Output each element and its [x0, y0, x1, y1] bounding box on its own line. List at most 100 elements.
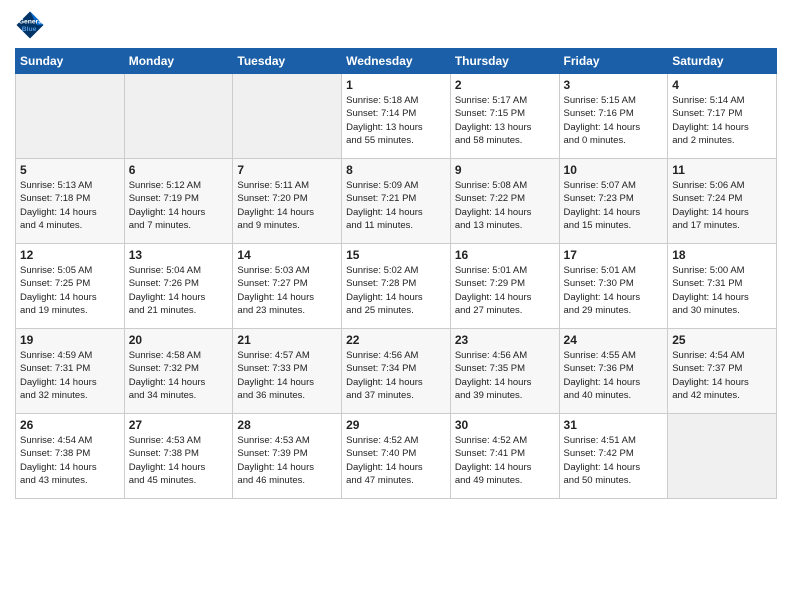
day-info: Sunrise: 4:55 AMSunset: 7:36 PMDaylight:…: [564, 349, 664, 402]
day-info: Sunrise: 5:17 AMSunset: 7:15 PMDaylight:…: [455, 94, 555, 147]
day-info: Sunrise: 4:59 AMSunset: 7:31 PMDaylight:…: [20, 349, 120, 402]
day-number: 2: [455, 78, 555, 92]
day-number: 18: [672, 248, 772, 262]
day-number: 15: [346, 248, 446, 262]
week-row-1: 1 Sunrise: 5:18 AMSunset: 7:14 PMDaylight…: [16, 74, 777, 159]
day-info: Sunrise: 5:01 AMSunset: 7:30 PMDaylight:…: [564, 264, 664, 317]
calendar-cell: 20 Sunrise: 4:58 AMSunset: 7:32 PMDayligh…: [124, 329, 233, 414]
day-info: Sunrise: 5:13 AMSunset: 7:18 PMDaylight:…: [20, 179, 120, 232]
day-number: 9: [455, 163, 555, 177]
day-number: 21: [237, 333, 337, 347]
day-number: 20: [129, 333, 229, 347]
day-info: Sunrise: 5:00 AMSunset: 7:31 PMDaylight:…: [672, 264, 772, 317]
calendar-cell: 18 Sunrise: 5:00 AMSunset: 7:31 PMDayligh…: [668, 244, 777, 329]
day-header-monday: Monday: [124, 49, 233, 74]
calendar-cell: 6Sunrise: 5:12 AMSunset: 7:19 PMDaylight…: [124, 159, 233, 244]
week-row-5: 26 Sunrise: 4:54 AMSunset: 7:38 PMDayligh…: [16, 414, 777, 499]
day-header-thursday: Thursday: [450, 49, 559, 74]
logo: General Blue: [15, 10, 49, 40]
day-info: Sunrise: 4:58 AMSunset: 7:32 PMDaylight:…: [129, 349, 229, 402]
calendar-cell: 25 Sunrise: 4:54 AMSunset: 7:37 PMDayligh…: [668, 329, 777, 414]
day-info: Sunrise: 4:54 AMSunset: 7:38 PMDaylight:…: [20, 434, 120, 487]
svg-text:Blue: Blue: [22, 26, 37, 33]
day-number: 6: [129, 163, 229, 177]
calendar-cell: 28 Sunrise: 4:53 AMSunset: 7:39 PMDayligh…: [233, 414, 342, 499]
calendar-cell: 11 Sunrise: 5:06 AMSunset: 7:24 PMDayligh…: [668, 159, 777, 244]
calendar-cell: 16 Sunrise: 5:01 AMSunset: 7:29 PMDayligh…: [450, 244, 559, 329]
day-info: Sunrise: 4:52 AMSunset: 7:41 PMDaylight:…: [455, 434, 555, 487]
day-info: Sunrise: 4:56 AMSunset: 7:35 PMDaylight:…: [455, 349, 555, 402]
page: General Blue SundayMondayTuesdayWednesda…: [0, 0, 792, 509]
day-number: 17: [564, 248, 664, 262]
day-info: Sunrise: 5:01 AMSunset: 7:29 PMDaylight:…: [455, 264, 555, 317]
day-info: Sunrise: 5:14 AMSunset: 7:17 PMDaylight:…: [672, 94, 772, 147]
logo-icon: General Blue: [15, 10, 45, 40]
day-header-friday: Friday: [559, 49, 668, 74]
svg-text:General: General: [19, 19, 44, 26]
calendar-cell: 2 Sunrise: 5:17 AMSunset: 7:15 PMDaylight…: [450, 74, 559, 159]
day-info: Sunrise: 4:53 AMSunset: 7:38 PMDaylight:…: [129, 434, 229, 487]
header: General Blue: [15, 10, 777, 40]
week-row-3: 12 Sunrise: 5:05 AMSunset: 7:25 PMDayligh…: [16, 244, 777, 329]
calendar-cell: 15 Sunrise: 5:02 AMSunset: 7:28 PMDayligh…: [342, 244, 451, 329]
calendar-cell: [233, 74, 342, 159]
day-info: Sunrise: 5:11 AMSunset: 7:20 PMDaylight:…: [237, 179, 337, 232]
calendar-cell: 13Sunrise: 5:04 AMSunset: 7:26 PMDayligh…: [124, 244, 233, 329]
day-info: Sunrise: 5:05 AMSunset: 7:25 PMDaylight:…: [20, 264, 120, 317]
day-number: 1: [346, 78, 446, 92]
day-info: Sunrise: 4:52 AMSunset: 7:40 PMDaylight:…: [346, 434, 446, 487]
day-info: Sunrise: 4:57 AMSunset: 7:33 PMDaylight:…: [237, 349, 337, 402]
calendar-cell: 29 Sunrise: 4:52 AMSunset: 7:40 PMDayligh…: [342, 414, 451, 499]
day-number: 23: [455, 333, 555, 347]
calendar-cell: [16, 74, 125, 159]
day-number: 8: [346, 163, 446, 177]
day-number: 28: [237, 418, 337, 432]
day-info: Sunrise: 4:54 AMSunset: 7:37 PMDaylight:…: [672, 349, 772, 402]
calendar-cell: 7Sunrise: 5:11 AMSunset: 7:20 PMDaylight…: [233, 159, 342, 244]
week-row-2: 5Sunrise: 5:13 AMSunset: 7:18 PMDaylight…: [16, 159, 777, 244]
day-number: 11: [672, 163, 772, 177]
calendar-cell: [668, 414, 777, 499]
day-info: Sunrise: 5:04 AMSunset: 7:26 PMDaylight:…: [129, 264, 229, 317]
calendar-cell: 5Sunrise: 5:13 AMSunset: 7:18 PMDaylight…: [16, 159, 125, 244]
calendar-cell: 21 Sunrise: 4:57 AMSunset: 7:33 PMDayligh…: [233, 329, 342, 414]
calendar-cell: 30Sunrise: 4:52 AMSunset: 7:41 PMDayligh…: [450, 414, 559, 499]
day-info: Sunrise: 4:53 AMSunset: 7:39 PMDaylight:…: [237, 434, 337, 487]
day-header-tuesday: Tuesday: [233, 49, 342, 74]
calendar-cell: 24 Sunrise: 4:55 AMSunset: 7:36 PMDayligh…: [559, 329, 668, 414]
day-number: 12: [20, 248, 120, 262]
calendar-cell: [124, 74, 233, 159]
day-number: 27: [129, 418, 229, 432]
day-number: 16: [455, 248, 555, 262]
calendar-cell: 14Sunrise: 5:03 AMSunset: 7:27 PMDayligh…: [233, 244, 342, 329]
day-number: 29: [346, 418, 446, 432]
calendar-cell: 8 Sunrise: 5:09 AMSunset: 7:21 PMDaylight…: [342, 159, 451, 244]
day-number: 31: [564, 418, 664, 432]
calendar-cell: 10 Sunrise: 5:07 AMSunset: 7:23 PMDayligh…: [559, 159, 668, 244]
day-info: Sunrise: 4:56 AMSunset: 7:34 PMDaylight:…: [346, 349, 446, 402]
day-header-sunday: Sunday: [16, 49, 125, 74]
day-number: 10: [564, 163, 664, 177]
day-info: Sunrise: 5:08 AMSunset: 7:22 PMDaylight:…: [455, 179, 555, 232]
calendar-table: SundayMondayTuesdayWednesdayThursdayFrid…: [15, 48, 777, 499]
day-number: 26: [20, 418, 120, 432]
calendar-cell: 1 Sunrise: 5:18 AMSunset: 7:14 PMDaylight…: [342, 74, 451, 159]
day-info: Sunrise: 5:06 AMSunset: 7:24 PMDaylight:…: [672, 179, 772, 232]
day-number: 3: [564, 78, 664, 92]
calendar-cell: 12 Sunrise: 5:05 AMSunset: 7:25 PMDayligh…: [16, 244, 125, 329]
day-info: Sunrise: 5:03 AMSunset: 7:27 PMDaylight:…: [237, 264, 337, 317]
week-row-4: 19 Sunrise: 4:59 AMSunset: 7:31 PMDayligh…: [16, 329, 777, 414]
header-row: SundayMondayTuesdayWednesdayThursdayFrid…: [16, 49, 777, 74]
calendar-cell: 3Sunrise: 5:15 AMSunset: 7:16 PMDaylight…: [559, 74, 668, 159]
day-number: 24: [564, 333, 664, 347]
day-number: 22: [346, 333, 446, 347]
day-info: Sunrise: 5:07 AMSunset: 7:23 PMDaylight:…: [564, 179, 664, 232]
day-number: 19: [20, 333, 120, 347]
calendar-cell: 26 Sunrise: 4:54 AMSunset: 7:38 PMDayligh…: [16, 414, 125, 499]
day-info: Sunrise: 5:09 AMSunset: 7:21 PMDaylight:…: [346, 179, 446, 232]
day-info: Sunrise: 5:18 AMSunset: 7:14 PMDaylight:…: [346, 94, 446, 147]
calendar-cell: 22 Sunrise: 4:56 AMSunset: 7:34 PMDayligh…: [342, 329, 451, 414]
day-number: 25: [672, 333, 772, 347]
calendar-cell: 17 Sunrise: 5:01 AMSunset: 7:30 PMDayligh…: [559, 244, 668, 329]
day-info: Sunrise: 5:02 AMSunset: 7:28 PMDaylight:…: [346, 264, 446, 317]
